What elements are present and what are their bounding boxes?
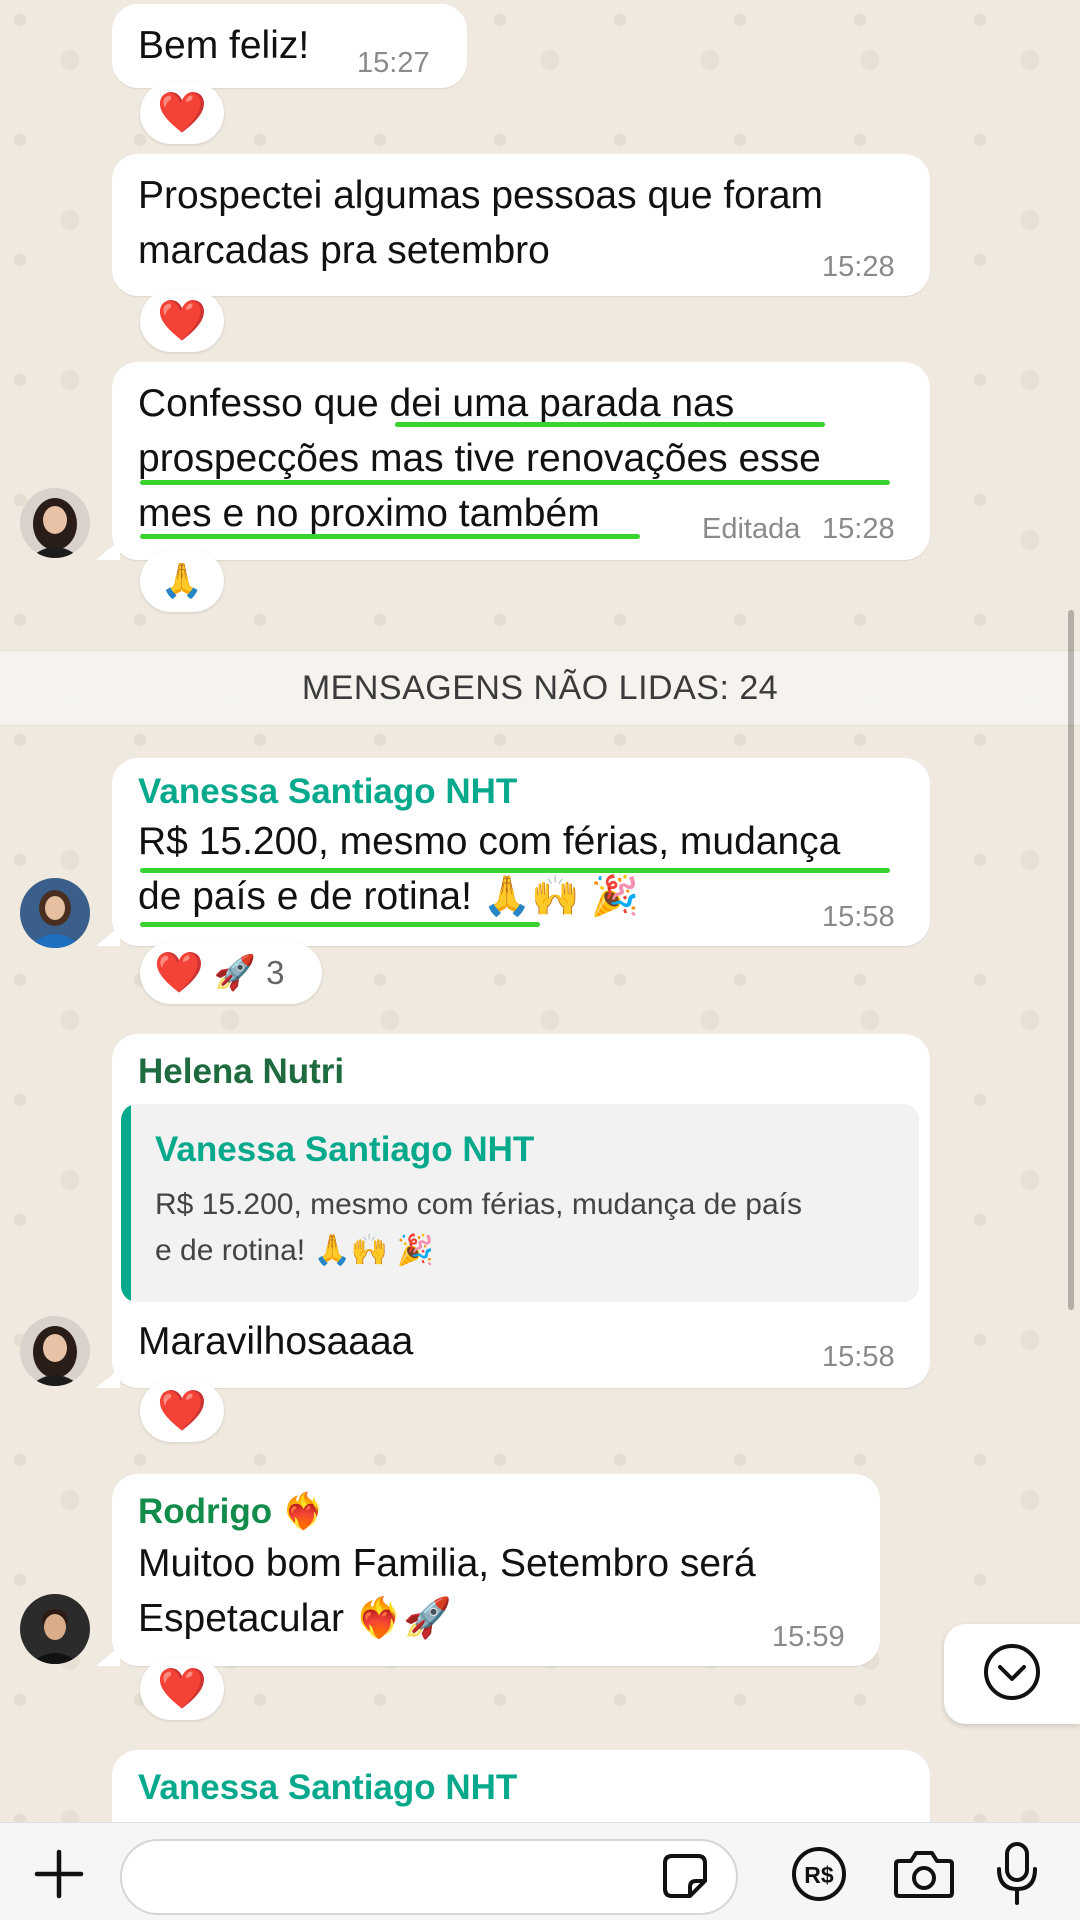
scrollbar[interactable] [1068,610,1074,1310]
avatar-helena[interactable] [20,488,90,558]
rocket-reaction-icon: 🚀 [213,954,257,992]
message-sender[interactable]: Vanessa Santiago NHT [138,770,517,814]
reaction-count: 3 [266,954,285,991]
message-bubble[interactable]: Bem feliz! 15:27 [112,4,467,88]
chevron-down-circle-icon [982,1642,1042,1707]
message-bubble[interactable]: Vanessa Santiago NHT R$ 15.200, mesmo co… [112,758,930,946]
message-time: 15:59 [772,1621,845,1653]
reaction-pill[interactable]: ❤️ [140,1380,224,1442]
highlight-underline [395,422,825,427]
sticker-button[interactable] [652,1847,718,1909]
message-time: 15:28 [822,513,895,545]
highlight-underline [140,868,890,873]
heart-reaction-icon: ❤️ [157,299,207,343]
message-sender[interactable]: Vanessa Santiago NHT [138,1766,517,1810]
pray-reaction-icon: 🙏 [160,562,204,600]
highlight-underline [140,922,540,927]
message-text: Muitoo bom Familia, Setembro será Espeta… [138,1542,756,1640]
message-time: 15:28 [822,251,895,283]
payment-button[interactable]: R$ [784,1841,854,1911]
avatar-vanessa[interactable] [20,878,90,948]
message-text: Bem feliz! [138,24,310,67]
bubble-tail [96,1368,120,1388]
svg-text:R$: R$ [804,1862,834,1888]
add-attachment-button[interactable] [24,1841,94,1911]
quote-accent-bar [121,1104,131,1302]
message-bubble[interactable]: Rodrigo ❤️‍🔥 Muitoo bom Familia, Setembr… [112,1474,880,1666]
message-time: 15:27 [357,47,430,79]
message-time: 15:58 [822,1341,895,1373]
chat-area[interactable]: Bem feliz! 15:27 ❤️ Prospectei algumas p… [0,0,1080,1822]
message-edited-label: Editada [702,513,801,545]
avatar-rodrigo[interactable] [20,1594,90,1664]
plus-icon [31,1846,87,1907]
message-bubble[interactable]: Vanessa Santiago NHT [112,1750,930,1822]
pix-currency-icon: R$ [790,1845,848,1908]
highlight-underline [140,480,890,485]
reaction-pill[interactable]: ❤️ [140,82,224,144]
camera-icon [893,1847,955,1906]
message-time: 15:58 [822,901,895,933]
sticker-icon [660,1851,710,1906]
bubble-tail [96,540,120,560]
heart-reaction-icon: ❤️ [157,1389,207,1433]
composer-bar: R$ [0,1822,1080,1920]
avatar-helena[interactable] [20,1316,90,1386]
message-text: Maravilhosaaaa [138,1320,414,1363]
bubble-tail [96,926,120,946]
bubble-tail [96,1646,120,1666]
heart-reaction-icon: ❤️ [154,951,204,995]
voice-message-button[interactable] [984,1839,1050,1913]
message-sender[interactable]: Helena Nutri [138,1050,344,1094]
heart-reaction-icon: ❤️ [157,91,207,135]
unread-messages-divider: MENSAGENS NÃO LIDAS: 24 [0,650,1080,726]
quoted-message[interactable]: Vanessa Santiago NHT R$ 15.200, mesmo co… [121,1104,919,1302]
message-bubble[interactable]: Confesso que dei uma parada nas prospecç… [112,362,930,560]
message-text: Prospectei algumas pessoas que foram mar… [138,174,824,272]
reaction-pill[interactable]: 🙏 [140,550,224,612]
camera-button[interactable] [884,1841,964,1911]
message-bubble[interactable]: Prospectei algumas pessoas que foram mar… [112,154,930,296]
reaction-pill[interactable]: ❤️ 🚀 3 [140,942,322,1004]
quoted-text: R$ 15.200, mesmo com férias, mudança de … [155,1188,802,1267]
highlight-underline [140,534,640,539]
heart-reaction-icon: ❤️ [157,1667,207,1711]
quoted-sender: Vanessa Santiago NHT [155,1130,535,1169]
reaction-pill[interactable]: ❤️ [140,1658,224,1720]
message-input[interactable] [120,1839,738,1915]
message-sender[interactable]: Rodrigo ❤️‍🔥 [138,1490,325,1534]
reaction-pill[interactable]: ❤️ [140,290,224,352]
microphone-icon [994,1841,1040,1912]
scroll-to-bottom-button[interactable] [944,1624,1080,1724]
